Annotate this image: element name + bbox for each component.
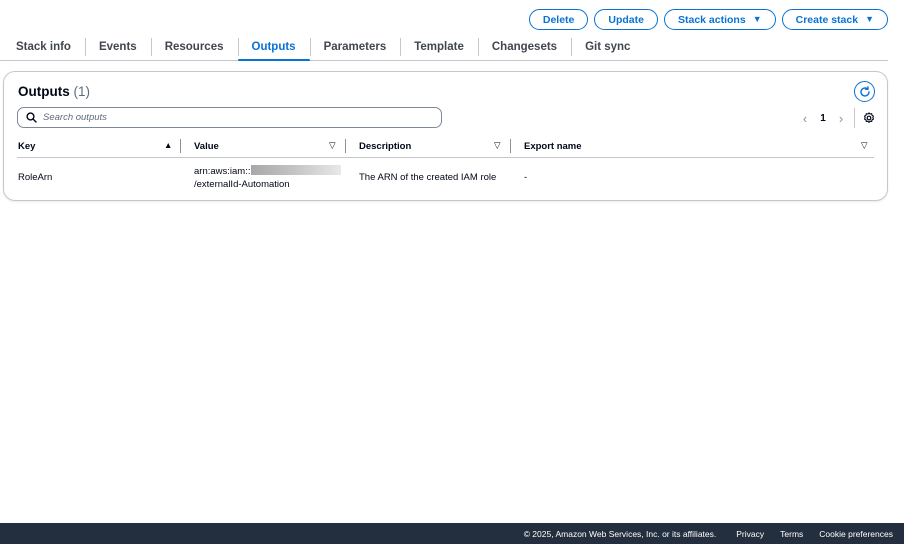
next-page-icon[interactable]: ›	[832, 111, 850, 126]
delete-button[interactable]: Delete	[528, 9, 589, 30]
column-resizer[interactable]	[510, 139, 511, 153]
column-header-key[interactable]: Key	[18, 136, 35, 157]
update-button[interactable]: Update	[594, 9, 658, 30]
outputs-title: Outputs	[18, 84, 70, 99]
tab-git-sync[interactable]: Git sync	[571, 34, 644, 60]
cookie-preferences-link[interactable]: Cookie preferences	[819, 529, 893, 539]
search-input[interactable]	[43, 112, 423, 123]
tab-label: Changesets	[491, 41, 558, 53]
console-footer: © 2025, Amazon Web Services, Inc. or its…	[0, 523, 904, 544]
column-label: Value	[194, 141, 219, 152]
copyright-text: © 2025, Amazon Web Services, Inc. or its…	[523, 528, 717, 539]
refresh-icon	[859, 85, 870, 97]
value-line-1: arn:aws:iam::	[194, 165, 341, 178]
tab-outputs[interactable]: Outputs	[237, 34, 310, 61]
sort-indicator-icon[interactable]: ▽	[329, 140, 336, 151]
column-label: Key	[18, 141, 36, 152]
outputs-count: (1)	[73, 84, 91, 99]
sort-indicator-icon[interactable]: ▽	[861, 140, 868, 151]
sort-indicator-icon[interactable]: ▽	[494, 140, 501, 151]
stack-actions-label: Stack actions	[677, 13, 746, 26]
cell-export-name: -	[524, 172, 528, 183]
value-suffix: /externalId-Automation	[194, 179, 290, 190]
delete-button-label: Delete	[542, 13, 575, 26]
column-header-export-name[interactable]: Export name	[524, 136, 582, 157]
tab-label: Template	[414, 41, 464, 53]
update-button-label: Update	[608, 13, 644, 26]
column-header-description[interactable]: Description	[359, 136, 411, 157]
cell-value: arn:aws:iam:: /externalId-Automation	[194, 165, 341, 191]
column-label: Export name	[524, 141, 582, 152]
tab-label: Outputs	[251, 41, 296, 53]
create-stack-label: Create stack	[795, 13, 859, 26]
previous-page-icon[interactable]: ‹	[796, 111, 814, 126]
cell-description: The ARN of the created IAM role	[359, 172, 497, 183]
tab-stack-info[interactable]: Stack info	[0, 34, 85, 60]
tab-resources[interactable]: Resources	[150, 34, 238, 60]
panel-title: Outputs (1)	[18, 84, 90, 99]
column-resizer[interactable]	[180, 139, 181, 153]
column-label: Description	[359, 141, 412, 152]
outputs-panel: Outputs (1) ‹ 1 › Key ▲	[3, 71, 888, 201]
stack-actions-bar: Delete Update Stack actions ▼ Create sta…	[528, 9, 888, 30]
redacted-text	[250, 165, 341, 175]
cell-key: RoleArn	[18, 172, 53, 183]
column-resizer[interactable]	[345, 139, 346, 153]
tab-events[interactable]: Events	[84, 34, 151, 60]
divider	[854, 108, 855, 128]
tab-label: Git sync	[585, 41, 631, 53]
tab-label: Events	[98, 41, 137, 53]
tab-template[interactable]: Template	[400, 34, 478, 60]
pagination: ‹ 1 ›	[796, 108, 875, 128]
search-icon	[26, 112, 37, 123]
tab-label: Stack info	[16, 41, 71, 53]
privacy-link[interactable]: Privacy	[736, 529, 764, 539]
caret-down-icon: ▼	[752, 14, 762, 24]
tab-label: Parameters	[323, 41, 387, 53]
terms-link[interactable]: Terms	[780, 529, 803, 539]
preferences-button[interactable]	[863, 112, 875, 124]
sort-ascending-icon[interactable]: ▲	[164, 140, 172, 150]
create-stack-dropdown[interactable]: Create stack ▼	[781, 9, 888, 30]
refresh-button[interactable]	[854, 81, 875, 102]
caret-down-icon: ▼	[865, 14, 874, 24]
tab-parameters[interactable]: Parameters	[309, 34, 401, 60]
table-header: Key ▲ Value ▽ Description ▽ Export name …	[4, 136, 887, 157]
tab-label: Resources	[164, 41, 224, 53]
tab-changesets[interactable]: Changesets	[477, 34, 571, 60]
search-box	[17, 107, 442, 128]
table-row: RoleArn arn:aws:iam:: /externalId-Automa…	[4, 158, 887, 198]
gear-icon	[864, 112, 874, 123]
value-prefix: arn:aws:iam::	[194, 166, 251, 177]
page-number[interactable]: 1	[814, 113, 832, 124]
stack-tabs: Stack info Events Resources Outputs Para…	[0, 34, 888, 61]
stack-actions-dropdown[interactable]: Stack actions ▼	[663, 9, 776, 30]
column-header-value[interactable]: Value	[194, 136, 219, 157]
